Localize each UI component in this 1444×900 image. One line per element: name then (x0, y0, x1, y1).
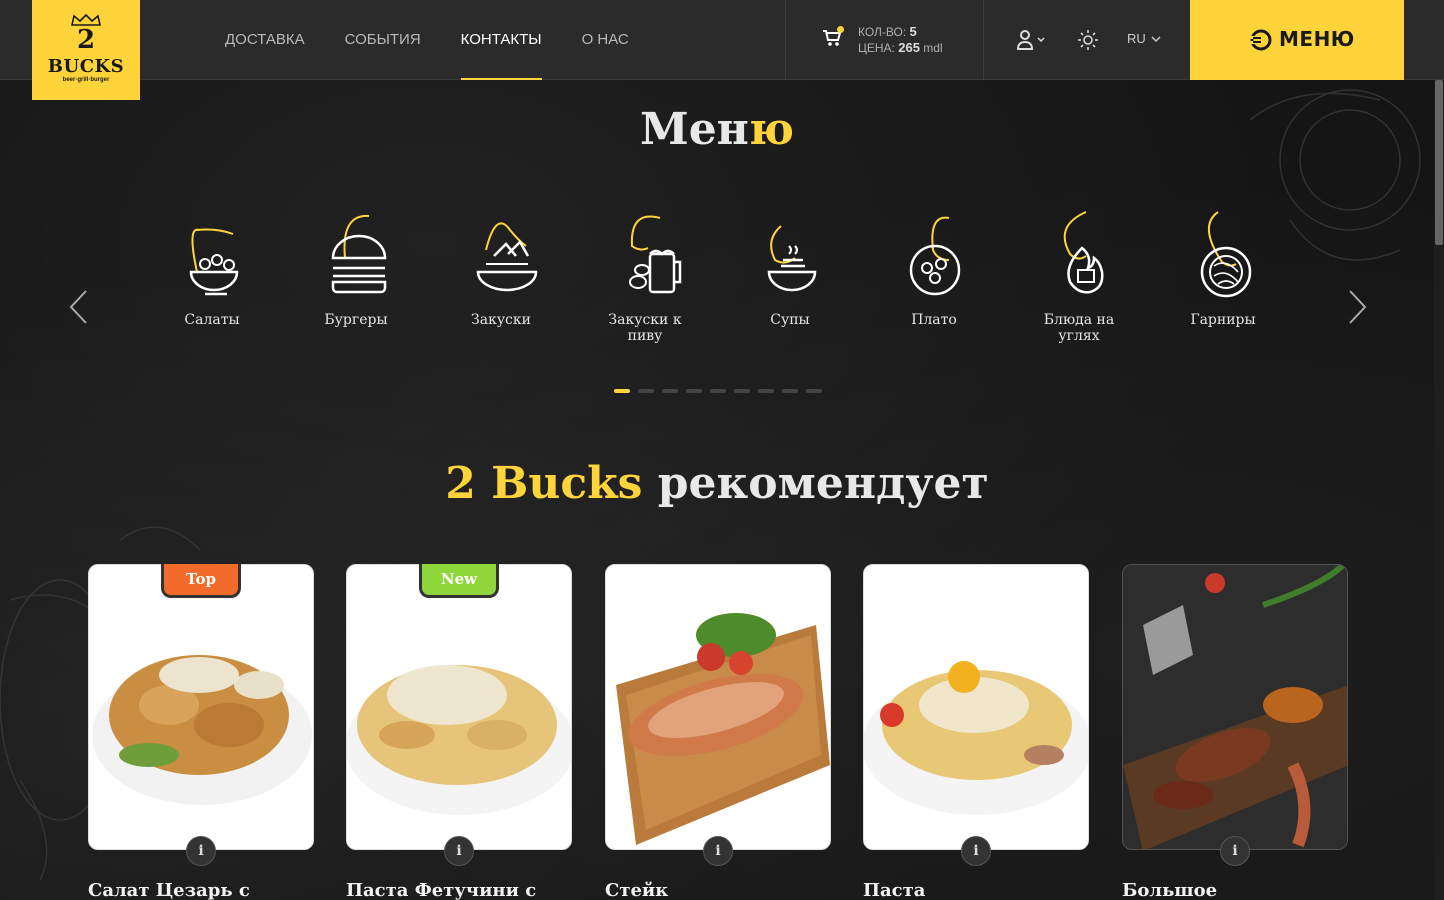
cart-qty-label: КОЛ-ВО: (858, 25, 907, 39)
cart-currency: mdl (923, 41, 943, 55)
category-sides[interactable]: Гарниры (1153, 210, 1293, 328)
dish-card-pasta[interactable] (863, 564, 1089, 850)
carousel-pagination (614, 389, 830, 393)
logo-number: 2 (76, 25, 96, 55)
scrollbar-thumb[interactable] (1435, 80, 1443, 245)
category-label: Гарниры (1190, 312, 1256, 328)
dish-name[interactable]: Стейк (605, 880, 668, 900)
info-button[interactable]: i (444, 836, 474, 866)
menu-title-main: Мен (639, 104, 749, 155)
dish-name[interactable]: Большое (1122, 880, 1217, 900)
category-soups[interactable]: Супы (720, 210, 860, 328)
dish-card-steak[interactable] (605, 564, 831, 850)
category-platter[interactable]: Плато (864, 210, 1004, 328)
beer-snacks-icon (629, 215, 682, 294)
carousel-next-arrow[interactable] (1348, 290, 1368, 324)
menu-title-highlight: ю (748, 104, 795, 155)
category-snacks[interactable]: Закуски (431, 210, 571, 328)
dish-image (346, 564, 572, 850)
burger-icon (331, 214, 387, 294)
menu-logo-icon (1250, 29, 1272, 51)
category-label: Салаты (184, 312, 240, 328)
cart-quantity: КОЛ-ВО: 5 (858, 24, 917, 39)
dish-card-fettuccine[interactable] (346, 564, 572, 850)
main-nav: ДОСТАВКА СОБЫТИЯ КОНТАКТЫ О НАС (225, 0, 669, 80)
info-button[interactable]: i (1220, 836, 1250, 866)
category-burgers[interactable]: Бургеры (286, 210, 426, 328)
cart-summary[interactable]: КОЛ-ВО: 5 ЦЕНА: 265 mdl (822, 24, 972, 58)
cart-price-value: 265 (898, 40, 920, 55)
dish-image (863, 564, 1089, 850)
category-label: Бургеры (324, 312, 388, 328)
rec-title-highlight: 2 Bucks (445, 458, 643, 509)
user-icon (1016, 30, 1045, 50)
cart-qty-value: 5 (909, 24, 917, 39)
info-button[interactable]: i (703, 836, 733, 866)
menu-button[interactable]: МЕНЮ (1190, 0, 1404, 80)
menu-button-label: МЕНЮ (1279, 27, 1355, 51)
menu-section-title: Меню (0, 104, 1434, 155)
info-button[interactable]: i (186, 836, 216, 866)
page-scrollbar[interactable] (1434, 80, 1444, 900)
recommendations-title: 2 Bucks рекомендует (0, 458, 1434, 509)
user-account-button[interactable] (1016, 28, 1050, 52)
header-divider (983, 0, 984, 80)
site-header: ДОСТАВКА СОБЫТИЯ КОНТАКТЫ О НАС КОЛ-ВО: … (0, 0, 1444, 80)
cart-price-label: ЦЕНА: (858, 41, 895, 55)
carousel-dot[interactable] (782, 389, 798, 393)
carousel-prev-arrow[interactable] (68, 290, 88, 324)
logo-name: BUCKS (47, 56, 125, 77)
badge-new: New (419, 564, 499, 598)
salad-bowl-icon (189, 228, 239, 296)
nav-about[interactable]: О НАС (582, 0, 629, 80)
category-label: Плато (911, 312, 957, 328)
nav-contacts[interactable]: КОНТАКТЫ (460, 0, 542, 80)
side-dish-icon (1200, 211, 1252, 298)
carousel-dot[interactable] (638, 389, 654, 393)
carousel-dot[interactable] (734, 389, 750, 393)
dish-image (1122, 564, 1348, 850)
logo-tagline: beer·grill·burger (62, 77, 110, 83)
site-logo[interactable]: 2 BUCKS beer·grill·burger (32, 0, 140, 100)
dish-image (605, 564, 831, 850)
carousel-dot[interactable] (806, 389, 822, 393)
carousel-dot[interactable] (758, 389, 774, 393)
chevron-down-icon (1151, 36, 1161, 43)
category-label: Супы (770, 312, 810, 328)
language-selector[interactable]: RU (1127, 31, 1161, 46)
dish-name[interactable]: Салат Цезарь с (88, 880, 250, 900)
carousel-dot[interactable] (686, 389, 702, 393)
carousel-dot[interactable] (614, 389, 630, 393)
language-label: RU (1127, 31, 1146, 46)
dish-name[interactable]: Паста (863, 880, 925, 900)
header-divider (785, 0, 786, 80)
category-beer-snacks[interactable]: Закуски к пиву (575, 210, 715, 344)
category-grill[interactable]: Блюда на углях (1009, 210, 1149, 344)
grill-fire-icon (1063, 211, 1104, 294)
info-button[interactable]: i (961, 836, 991, 866)
theme-toggle-button[interactable] (1077, 29, 1099, 51)
nav-events[interactable]: СОБЫТИЯ (345, 0, 421, 80)
rec-title-main: рекомендует (657, 458, 989, 509)
soup-bowl-icon (767, 225, 817, 292)
dish-card-large-platter[interactable] (1122, 564, 1348, 850)
platter-icon (909, 216, 961, 296)
category-salads[interactable]: Салаты (142, 210, 282, 328)
sun-icon (1078, 30, 1098, 50)
badge-top: Top (161, 564, 241, 598)
dish-card-caesar-salad[interactable] (88, 564, 314, 850)
cart-price: ЦЕНА: 265 mdl (858, 40, 943, 55)
carousel-dot[interactable] (662, 389, 678, 393)
dish-image (88, 564, 314, 850)
category-label: Закуски к пиву (608, 312, 682, 344)
category-label: Закуски (471, 312, 531, 328)
nav-delivery[interactable]: ДОСТАВКА (225, 0, 305, 80)
category-label: Блюда на углях (1043, 312, 1115, 344)
nachos-icon (476, 222, 538, 292)
carousel-dot[interactable] (710, 389, 726, 393)
dish-name[interactable]: Паста Фетучини с (346, 880, 536, 900)
cart-indicator-dot (837, 26, 844, 33)
